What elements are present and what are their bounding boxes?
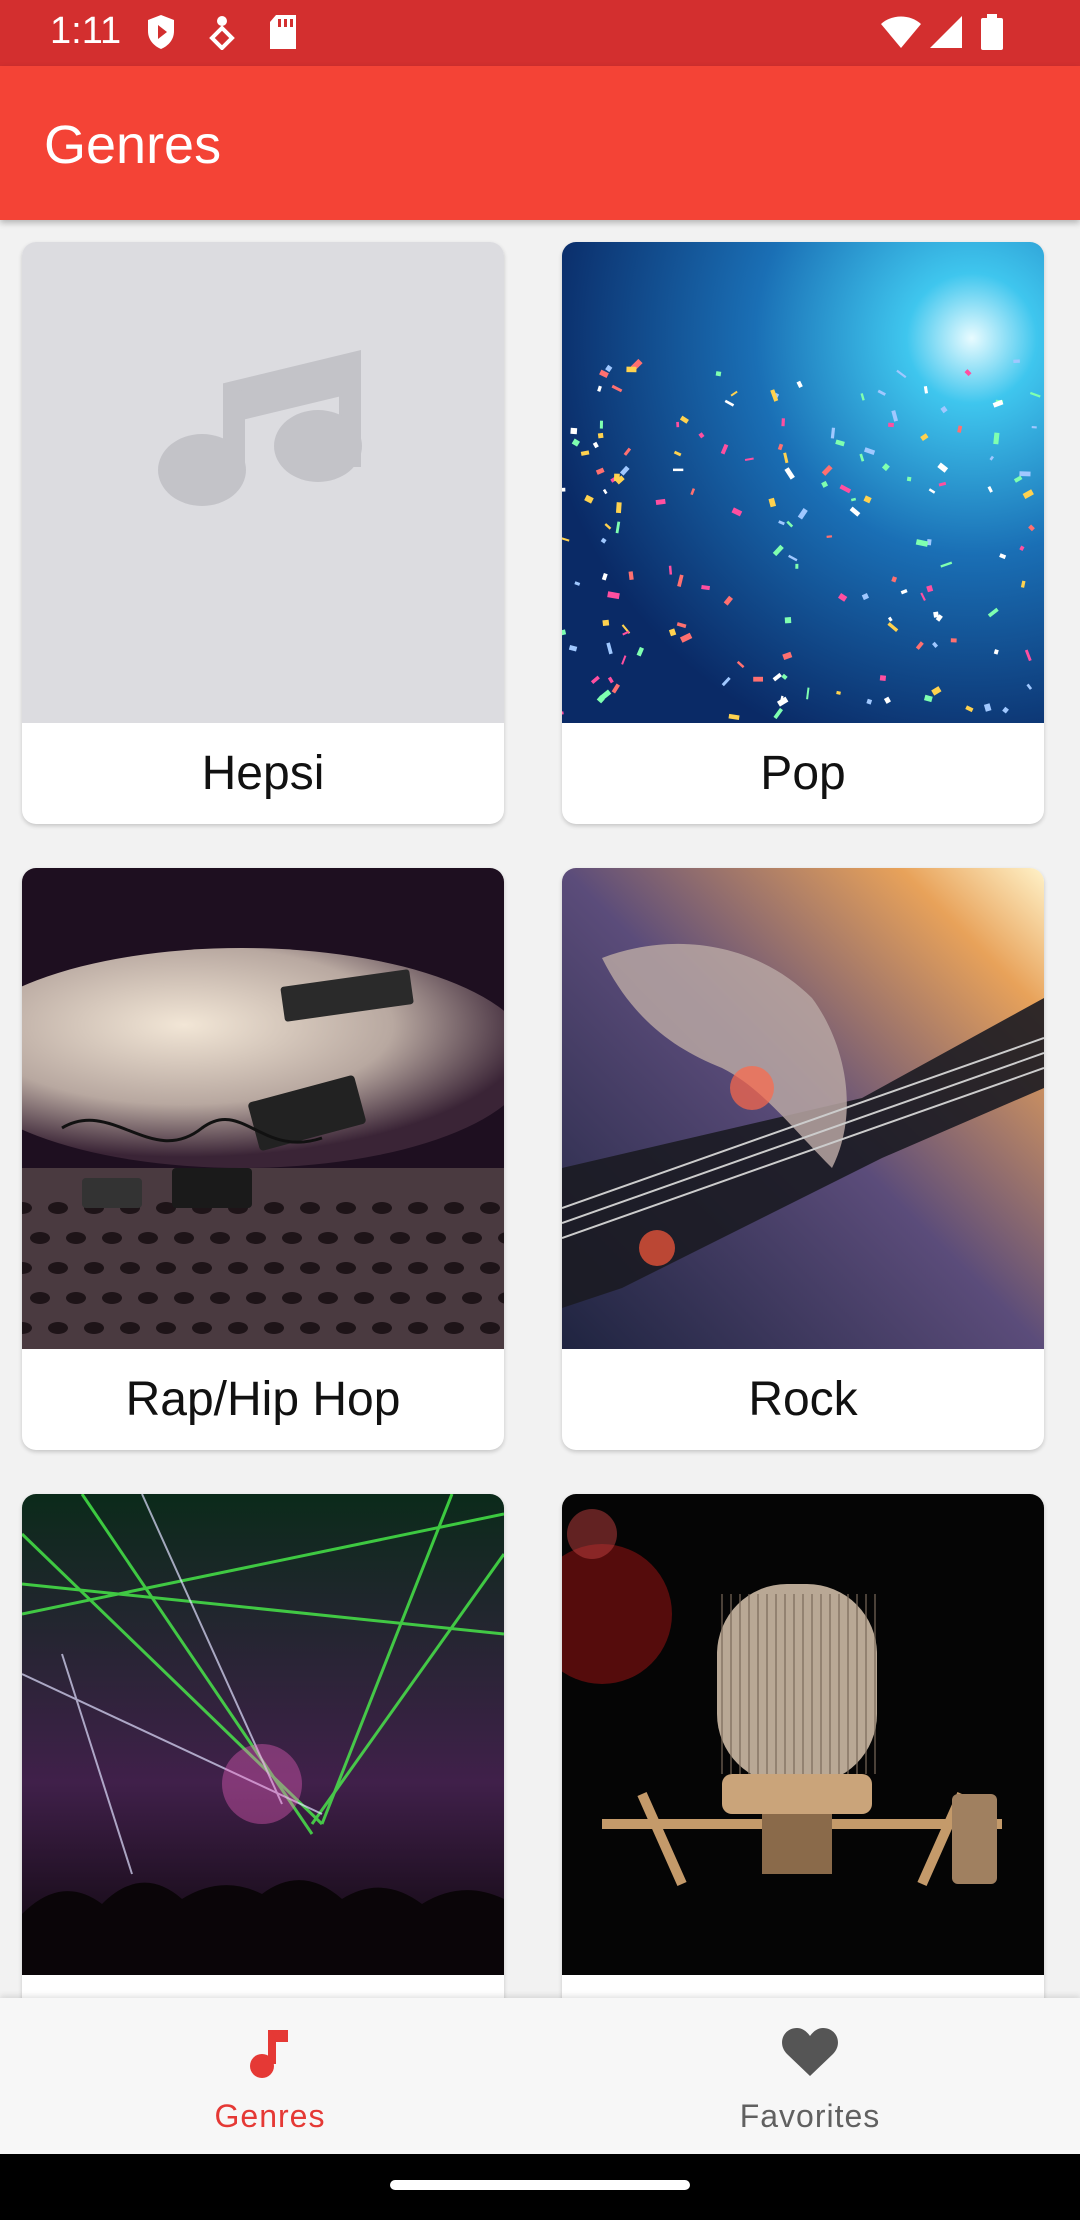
confetti-concert-photo — [562, 242, 1044, 723]
battery-icon — [980, 14, 1004, 55]
status-time: 1:11 — [50, 10, 122, 52]
genre-label — [22, 1975, 504, 1998]
signal-icon — [928, 14, 964, 55]
genre-card-hepsi[interactable]: Hepsi — [22, 242, 504, 824]
laser-concert-photo — [22, 1494, 504, 1975]
music-note-icon — [248, 2026, 292, 2087]
system-gesture-bar — [0, 2154, 1080, 2220]
home-gesture-handle[interactable] — [390, 2180, 690, 2190]
shield-play-icon — [146, 14, 176, 55]
genre-label: Hepsi — [201, 747, 325, 800]
genre-image-placeholder — [22, 242, 504, 723]
genre-card-vocal[interactable] — [562, 1494, 1044, 1998]
nav-item-genres[interactable]: Genres — [0, 1998, 540, 2154]
status-bar: 1:11 — [0, 0, 1080, 66]
genre-label: Rock — [748, 1373, 858, 1426]
genre-label — [562, 1975, 1044, 1998]
page-title: Genres — [44, 115, 222, 175]
genre-card-electronic[interactable] — [22, 1494, 504, 1998]
genre-card-rap-hip-hop[interactable]: Rap/Hip Hop — [22, 868, 504, 1450]
location-person-icon — [208, 14, 236, 55]
nav-label-favorites: Favorites — [739, 2098, 881, 2134]
nav-item-favorites[interactable]: Favorites — [540, 1998, 1080, 2154]
heart-icon — [781, 2026, 839, 2083]
studio-microphone-photo — [562, 1494, 1044, 1975]
dj-equipment-photo — [22, 868, 504, 1349]
electric-guitar-photo — [562, 868, 1044, 1349]
bottom-navigation: Genres Favorites — [0, 1998, 1080, 2154]
genre-card-pop[interactable]: Pop — [562, 242, 1044, 824]
app-bar: Genres — [0, 66, 1080, 220]
nav-label-genres: Genres — [214, 2098, 326, 2134]
music-note-icon — [158, 350, 362, 506]
genre-card-rock[interactable]: Rock — [562, 868, 1044, 1450]
genre-label: Pop — [760, 747, 846, 800]
genre-grid[interactable]: Hepsi Pop Rap/Hip Hop Rock — [0, 220, 1080, 1998]
wifi-icon — [880, 14, 922, 55]
genre-label: Rap/Hip Hop — [125, 1373, 401, 1426]
sd-card-icon — [268, 14, 298, 55]
